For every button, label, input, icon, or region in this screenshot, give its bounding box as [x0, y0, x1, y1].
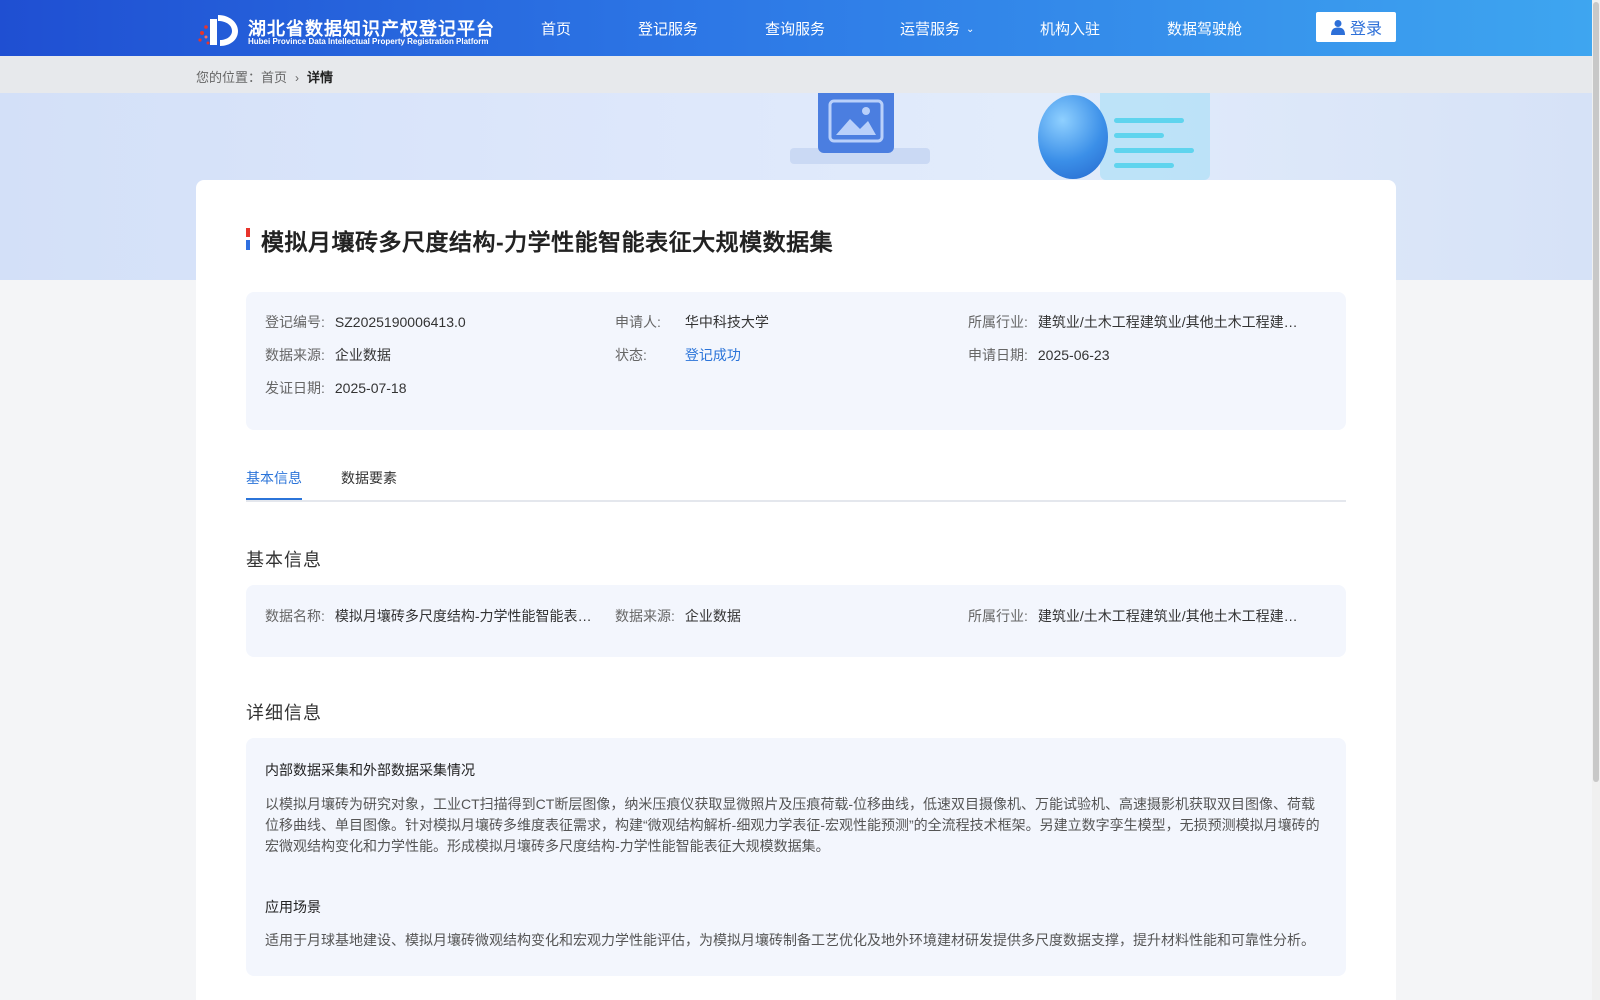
nav-operation-service[interactable]: 运营服务 ⌄ — [900, 18, 974, 39]
field-label: 所属行业: — [968, 608, 1028, 624]
collect-description: 以模拟月壤砖为研究对象，工业CT扫描得到CT断层图像，纳米压痕仪获取显微照片及压… — [265, 796, 1320, 854]
active-tab-indicator — [246, 498, 302, 500]
summary-info-panel: 登记编号: SZ2025190006413.0 申请人: 华中科技大学 所属行业: 建… — [246, 292, 1346, 430]
status-value: 登记成功 — [684, 347, 741, 363]
field-value: 企业数据 — [684, 608, 741, 624]
detail-info-panel: 内部数据采集和外部数据采集情况 以模拟月壤砖为研究对象，工业CT扫描得到CT断层… — [246, 738, 1346, 976]
field-value: 建筑业/土木工程建筑业/其他土木工程建筑施工 — [1037, 608, 1298, 624]
detail-card: 模拟月壤砖多尺度结构-力学性能智能表征大规模数据集 登记编号: SZ2025190… — [196, 180, 1396, 1000]
field-value: 2025-06-23 — [1037, 347, 1110, 363]
platform-logo[interactable]: 湖北省数据知识产权登记平台 Hubei Province Data Intell… — [196, 13, 496, 47]
logo-title-en: Hubei Province Data Intellectual Propert… — [248, 37, 489, 46]
page-title: 模拟月壤砖多尺度结构-力学性能智能表征大规模数据集 — [261, 229, 834, 255]
breadcrumb-bar: 您的位置：首页 › 详情 — [0, 56, 1600, 93]
field-cert-date: 发证日期: 2025-07-18 — [265, 378, 407, 398]
picture-icon — [828, 99, 884, 143]
tab-data-elements[interactable]: 数据要素 — [341, 468, 397, 488]
scrollbar-thumb[interactable] — [1593, 2, 1599, 782]
section-title-detail: 详细信息 — [246, 703, 322, 723]
login-label: 登录 — [1349, 21, 1382, 38]
field-label: 数据来源: — [615, 608, 675, 624]
field-label: 数据来源: — [265, 347, 325, 363]
nav-query-service[interactable]: 查询服务 — [765, 18, 825, 39]
page-scrollbar[interactable] — [1592, 0, 1600, 1000]
banner-image-icon — [818, 93, 894, 153]
field-status: 状态: 登记成功 — [615, 345, 741, 365]
top-header: 湖北省数据知识产权登记平台 Hubei Province Data Intell… — [0, 0, 1600, 56]
title-marker-icon — [246, 228, 251, 250]
nav-data-cockpit[interactable]: 数据驾驶舱 — [1167, 18, 1242, 39]
field-label: 所属行业: — [968, 314, 1028, 330]
chevron-right-icon: › — [295, 71, 300, 85]
field-label: 申请人: — [615, 314, 661, 330]
field-data-source: 数据来源: 企业数据 — [615, 606, 741, 626]
field-value: 企业数据 — [334, 347, 391, 363]
user-icon — [1330, 20, 1345, 35]
field-label: 登记编号: — [265, 314, 325, 330]
breadcrumb: 您的位置：首页 › 详情 — [196, 67, 333, 86]
banner-panel-decoration — [1100, 93, 1210, 180]
field-value: 2025-07-18 — [334, 380, 407, 396]
chevron-down-icon: ⌄ — [966, 24, 975, 35]
breadcrumb-prefix: 您的位置： — [196, 70, 262, 85]
field-value: 建筑业/土木工程建筑业/其他土木工程建筑施工 — [1037, 314, 1298, 330]
login-button[interactable]: 登录 — [1316, 12, 1396, 42]
breadcrumb-home[interactable]: 首页 — [261, 70, 287, 85]
breadcrumb-current: 详情 — [307, 70, 334, 85]
section-title-basic: 基本信息 — [246, 550, 322, 570]
field-label: 状态: — [615, 347, 647, 363]
nav-institution-entry[interactable]: 机构入驻 — [1040, 18, 1100, 39]
field-data-source: 数据来源: 企业数据 — [265, 345, 391, 365]
tab-basic-info[interactable]: 基本信息 — [246, 468, 302, 488]
field-label: 申请日期: — [968, 347, 1028, 363]
banner-sphere-decoration — [1038, 95, 1108, 179]
collect-heading: 内部数据采集和外部数据采集情况 — [265, 762, 475, 778]
nav-home[interactable]: 首页 — [541, 18, 571, 39]
field-data-name: 数据名称: 模拟月壤砖多尺度结构-力学性能智能表征大规模数据集 — [265, 606, 593, 626]
field-applicant: 申请人: 华中科技大学 — [615, 312, 769, 332]
nav-operation-service-label: 运营服务 — [900, 21, 961, 38]
field-value: 华中科技大学 — [684, 314, 769, 330]
scene-heading: 应用场景 — [265, 899, 321, 915]
field-apply-date: 申请日期: 2025-06-23 — [968, 345, 1110, 365]
field-industry: 所属行业: 建筑业/土木工程建筑业/其他土木工程建筑施工 — [968, 606, 1298, 626]
nav-registration-service[interactable]: 登记服务 — [638, 18, 698, 39]
field-label: 数据名称: — [265, 608, 325, 624]
logo-emblem-icon — [198, 15, 238, 46]
field-reg-no: 登记编号: SZ2025190006413.0 — [265, 312, 466, 332]
field-label: 发证日期: — [265, 380, 325, 396]
field-value: SZ2025190006413.0 — [334, 314, 466, 330]
basic-info-panel: 数据名称: 模拟月壤砖多尺度结构-力学性能智能表征大规模数据集 数据来源: 企业数据… — [246, 585, 1346, 657]
detail-tabs: 基本信息 数据要素 — [246, 462, 1346, 502]
scene-description: 适用于月球基地建设、模拟月壤砖微观结构变化和宏观力学性能评估，为模拟月壤砖制备工… — [265, 932, 1315, 948]
field-value: 模拟月壤砖多尺度结构-力学性能智能表征大规模数据集 — [334, 608, 593, 624]
field-industry: 所属行业: 建筑业/土木工程建筑业/其他土木工程建筑施工 — [968, 312, 1298, 332]
